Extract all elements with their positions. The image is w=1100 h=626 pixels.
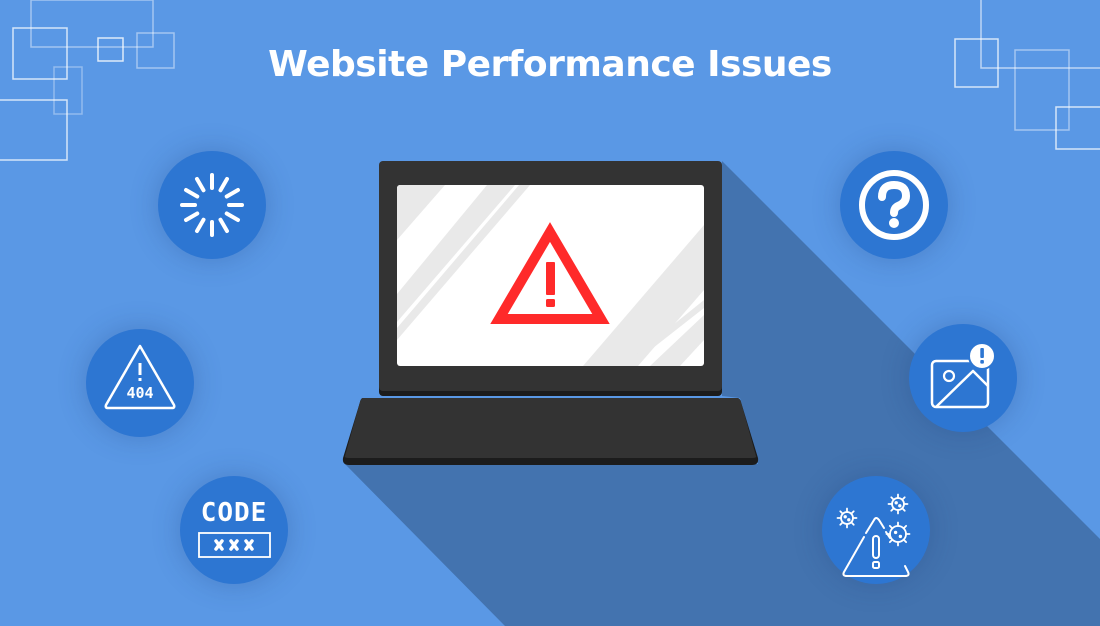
issue-badge-code-errors: CODE bbox=[180, 476, 288, 584]
laptop-base bbox=[344, 398, 757, 458]
issue-badge-slow-loading bbox=[158, 151, 266, 259]
warning-404-icon bbox=[104, 344, 176, 410]
spinner-tick bbox=[195, 177, 206, 193]
error-code-label: 404 bbox=[126, 384, 154, 402]
spinner-tick bbox=[184, 211, 200, 222]
broken-image-icon bbox=[930, 342, 996, 409]
deco-square bbox=[30, 0, 154, 48]
deco-square bbox=[1055, 106, 1100, 150]
virus-glyph bbox=[836, 507, 858, 529]
virus-warning-icon bbox=[836, 493, 911, 577]
loading-spinner-icon bbox=[180, 173, 244, 237]
issue-badge-malware bbox=[822, 476, 930, 584]
deco-square bbox=[0, 99, 68, 161]
spinner-tick bbox=[224, 211, 240, 222]
laptop bbox=[342, 161, 759, 465]
spinner-tick bbox=[218, 177, 229, 193]
question-mark-icon bbox=[859, 170, 929, 240]
page-title: Website Performance Issues bbox=[268, 44, 832, 85]
issue-badge-not-found: 404 bbox=[86, 329, 194, 437]
spinner-tick bbox=[218, 217, 229, 233]
issue-badge-unknown-issue bbox=[840, 151, 948, 259]
spinner-tick bbox=[224, 188, 240, 199]
spinner-tick bbox=[195, 217, 206, 233]
code-error-icon bbox=[198, 532, 271, 558]
virus-glyph bbox=[887, 493, 909, 515]
illustration-scene bbox=[0, 0, 1100, 626]
issue-badge-image-issues bbox=[909, 324, 1017, 432]
virus-glyph bbox=[885, 521, 911, 547]
spinner-tick bbox=[184, 188, 200, 199]
